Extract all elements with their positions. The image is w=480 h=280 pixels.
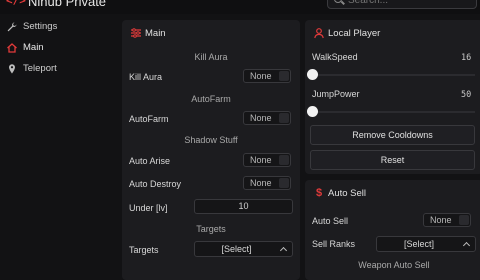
slider-knob[interactable] [307,69,318,80]
user-icon [314,28,324,39]
sidebar-item-teleport[interactable]: Teleport [0,60,118,80]
sell-ranks-label: Sell Ranks [312,239,356,249]
auto-sell-toggle[interactable]: None [423,213,471,227]
section-targets: Targets [196,224,226,234]
jumppower-slider[interactable] [307,106,475,118]
sidebar: Settings Main Teleport [0,14,118,270]
toggle-value: None [430,215,452,225]
targets-dropdown[interactable]: [Select] [194,241,293,257]
slider-track [307,74,475,76]
toggle-value: None [250,178,272,188]
toggle-value: None [250,113,272,123]
app-logo: </> [6,0,26,7]
jumppower-value: 50 [461,90,472,100]
kill-aura-toggle[interactable]: None [243,69,291,83]
toggle-value: None [250,71,272,81]
auto-arise-toggle[interactable]: None [243,153,291,167]
local-player-title: Local Player [328,28,381,39]
sell-ranks-dropdown[interactable]: [Select] [376,236,476,252]
toggle-knob [279,71,289,81]
sliders-icon [131,28,141,38]
main-panel-title: Main [145,28,166,39]
dropdown-value: [Select] [221,244,252,254]
wrench-icon [7,22,17,32]
walkspeed-label: WalkSpeed [312,52,358,62]
title-bar: </> Nihub Private [0,0,480,14]
slider-knob[interactable] [307,106,318,117]
walkspeed-value: 16 [461,53,472,63]
app-title: Nihub Private [28,0,107,9]
sidebar-item-label: Settings [23,21,58,32]
slider-track [307,111,475,113]
dollar-icon: $ [315,187,323,199]
targets-label: Targets [129,245,159,255]
walkspeed-slider[interactable] [307,69,475,81]
autofarm-label: AutoFarm [129,114,169,124]
chevron-up-icon [279,246,288,255]
search-box[interactable] [327,0,477,9]
sidebar-item-settings[interactable]: Settings [0,18,118,38]
dropdown-value: [Select] [403,239,434,249]
home-icon [7,43,17,53]
toggle-knob [279,113,289,123]
main-panel: Main Kill Aura Kill Aura None AutoFarm A… [122,20,300,280]
toggle-value: None [250,155,272,165]
auto-destroy-label: Auto Destroy [129,179,182,189]
section-kill-aura: Kill Aura [194,52,228,62]
sidebar-item-label: Teleport [23,63,57,74]
map-pin-icon [9,64,15,74]
search-icon [334,0,342,3]
toggle-knob [459,215,469,225]
local-player-panel: Local Player WalkSpeed 16 JumpPower 50 R… [305,20,480,174]
chevron-up-icon [462,241,471,250]
remove-cooldowns-button[interactable]: Remove Cooldowns [310,125,475,145]
toggle-knob [279,178,289,188]
kill-aura-label: Kill Aura [129,72,163,82]
auto-arise-label: Auto Arise [129,156,171,166]
sidebar-item-label: Main [23,42,44,53]
auto-destroy-toggle[interactable]: None [243,176,291,190]
section-autofarm: AutoFarm [191,94,231,104]
jumppower-label: JumpPower [312,89,360,99]
toggle-knob [279,155,289,165]
auto-sell-label: Auto Sell [312,216,349,226]
reset-button[interactable]: Reset [310,150,475,170]
search-input[interactable] [348,0,468,8]
auto-sell-title: Auto Sell [328,188,367,199]
section-shadow-stuff: Shadow Stuff [184,135,238,145]
autofarm-toggle[interactable]: None [243,111,291,125]
section-weapon-auto-sell: Weapon Auto Sell [358,260,430,270]
under-lv-label: Under [lv] [129,203,168,213]
sidebar-item-main[interactable]: Main [0,39,118,59]
auto-sell-panel: $ Auto Sell Auto Sell None Sell Ranks [S… [305,180,480,280]
under-lv-input[interactable]: 10 [194,199,293,214]
